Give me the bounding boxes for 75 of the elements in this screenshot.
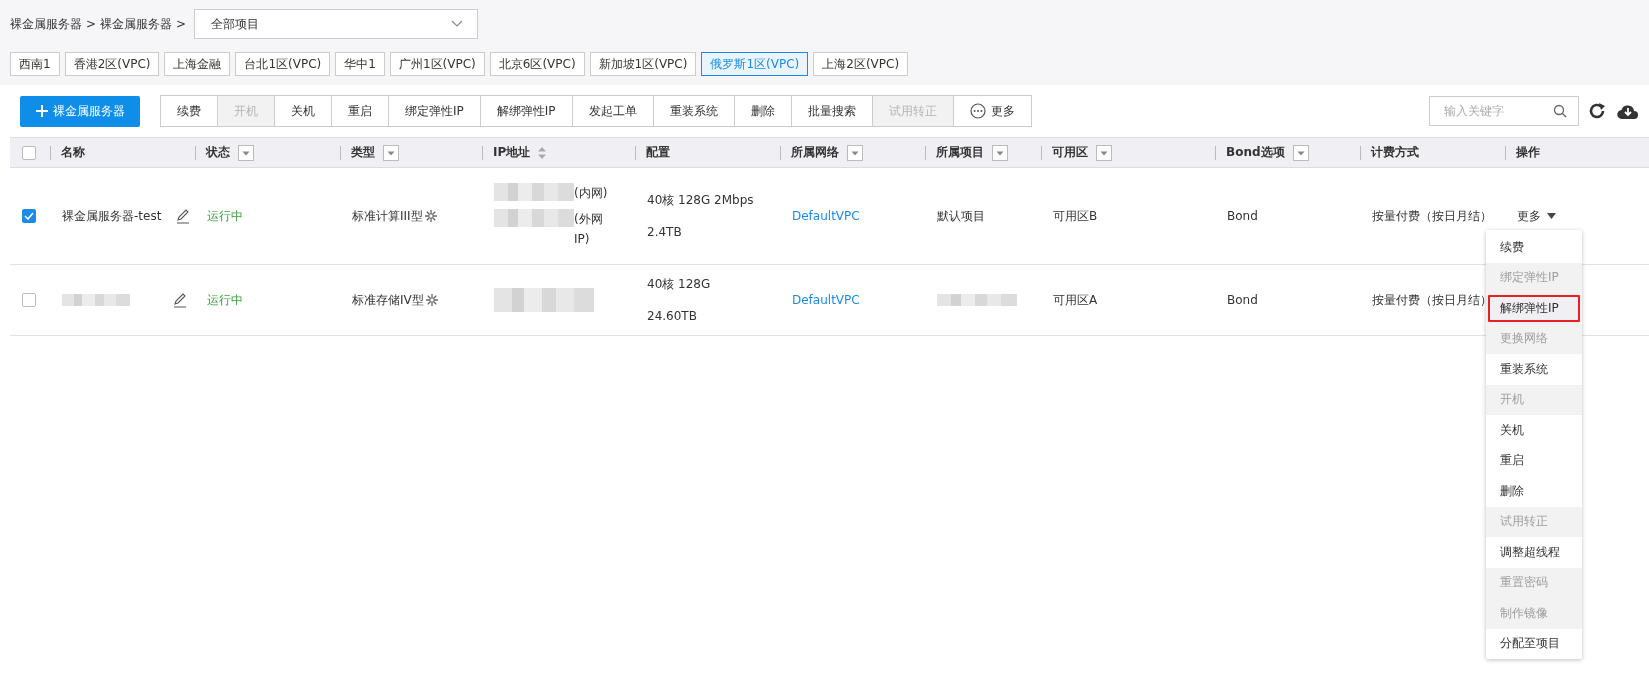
region-tab[interactable]: 西南1	[10, 52, 60, 76]
menu-item[interactable]: 续费	[1486, 232, 1582, 263]
network-link[interactable]: DefaultVPC	[792, 291, 860, 309]
status-text: 运行中	[207, 292, 243, 309]
billing-text: 按量付费（按日月结）	[1372, 208, 1492, 225]
menu-item[interactable]: 重装系统	[1486, 354, 1582, 385]
config-text: 2.4TB	[647, 224, 682, 241]
ip-type-label: (外网IP)	[574, 211, 604, 248]
zone-text: 可用区A	[1053, 292, 1098, 309]
project-text: 默认项目	[937, 208, 985, 225]
caret-down-icon	[1547, 213, 1556, 219]
region-tab[interactable]: 香港2区(VPC)	[64, 52, 160, 76]
ip-type-label: (内网)	[574, 185, 608, 202]
region-tab[interactable]: 华中1	[335, 52, 385, 76]
more-actions-button[interactable]: 更多	[1517, 207, 1556, 225]
pencil-icon[interactable]	[172, 292, 188, 308]
column-header: Bond选项	[1226, 144, 1285, 161]
filter-dropdown-icon[interactable]	[1096, 144, 1112, 161]
region-tab[interactable]: 台北1区(VPC)	[235, 52, 331, 76]
checkmark-icon	[24, 212, 34, 220]
chevron-down-icon	[451, 20, 464, 28]
region-tab[interactable]: 北京6区(VPC)	[489, 52, 585, 76]
more-dots-icon	[969, 103, 986, 119]
breadcrumb-item[interactable]: 裸金属服务器	[10, 15, 82, 33]
config-text: 24.60TB	[647, 308, 697, 325]
snowflake-icon	[425, 294, 438, 306]
filter-dropdown-icon[interactable]	[238, 144, 254, 161]
menu-item[interactable]: 删除	[1486, 476, 1582, 507]
column-header: IP地址	[493, 144, 531, 161]
config-text: 40核 128G	[647, 276, 711, 293]
bond-text: Bond	[1227, 208, 1258, 225]
checkbox[interactable]	[22, 209, 36, 223]
refresh-icon[interactable]	[1587, 101, 1607, 121]
type-text: 标准计算III型	[352, 208, 423, 225]
region-tab[interactable]: 新加坡1区(VPC)	[589, 52, 697, 76]
menu-item[interactable]: 分配至项目	[1486, 628, 1582, 659]
breadcrumb-item[interactable]: 裸金属服务器	[100, 15, 173, 33]
column-header: 计费方式	[1371, 144, 1419, 161]
checkbox[interactable]	[22, 293, 36, 307]
project-dropdown[interactable]: 全部项目	[194, 9, 479, 39]
column-header: 所属项目	[936, 144, 984, 161]
column-header: 操作	[1516, 144, 1540, 161]
status-text: 运行中	[207, 208, 243, 225]
sort-icon[interactable]	[538, 146, 547, 159]
column-header: 配置	[646, 144, 670, 161]
column-header: 类型	[351, 144, 375, 161]
region-tab[interactable]: 广州1区(VPC)	[389, 52, 485, 76]
bond-text: Bond	[1227, 292, 1258, 309]
network-link[interactable]: DefaultVPC	[792, 207, 860, 225]
breadcrumb-separator: >	[176, 17, 187, 31]
search-icon	[1553, 104, 1567, 118]
menu-item[interactable]: 调整超线程	[1486, 537, 1582, 568]
zone-text: 可用区B	[1053, 208, 1098, 225]
filter-dropdown-icon[interactable]	[847, 144, 863, 161]
menu-item[interactable]: 解绑弹性IP	[1486, 293, 1582, 324]
type-text: 标准存储IV型	[352, 292, 424, 309]
column-header: 名称	[61, 144, 85, 161]
pencil-icon[interactable]	[175, 208, 192, 224]
config-text: 40核 128G 2Mbps	[647, 192, 754, 209]
snowflake-icon	[424, 210, 437, 222]
plus-icon	[35, 105, 48, 117]
filter-dropdown-icon[interactable]	[992, 144, 1008, 161]
column-header: 所属网络	[791, 144, 839, 161]
column-header: 可用区	[1052, 144, 1088, 161]
server-name: 裸金属服务器-test	[62, 208, 162, 225]
search-field[interactable]: 输入关键字	[1429, 96, 1579, 126]
menu-item[interactable]: 重启	[1486, 445, 1582, 476]
menu-item[interactable]: 关机	[1486, 415, 1582, 446]
checkbox[interactable]	[22, 145, 36, 160]
region-tab[interactable]: 上海2区(VPC)	[813, 52, 909, 76]
filter-dropdown-icon[interactable]	[383, 144, 399, 161]
breadcrumb-separator: >	[86, 17, 97, 31]
filter-dropdown-icon[interactable]	[1292, 144, 1309, 161]
region-tab[interactable]: 上海金融	[164, 52, 231, 76]
column-header: 状态	[206, 144, 230, 161]
